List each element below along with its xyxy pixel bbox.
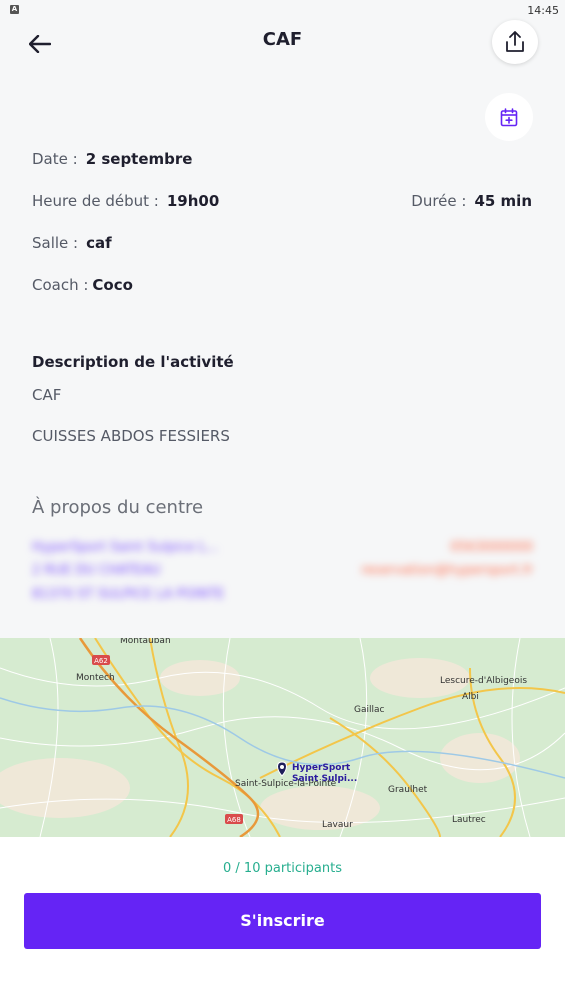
map-label: Montauban	[120, 638, 171, 646]
map-pin-label: Saint Sulpi...	[292, 774, 357, 784]
bottom-panel: 0 / 10 participants S'inscrire	[0, 837, 565, 1006]
share-icon	[506, 31, 524, 52]
date-row: Date : 2 septembre	[32, 150, 192, 168]
page-title: CAF	[262, 29, 303, 50]
notification-icon: A	[10, 5, 19, 14]
room-row: Salle : caf	[32, 234, 112, 252]
status-bar: A 14:45	[0, 0, 565, 20]
status-time: 14:45	[527, 4, 559, 17]
center-address: 2 RUE DU CHATEAU	[32, 563, 161, 578]
start-time-label: Heure de début :	[32, 192, 159, 210]
center-city: 81370 ST SULPICE LA POINTE	[32, 587, 225, 602]
center-name: HyperSport Saint Sulpice L...	[32, 540, 219, 555]
coach-label: Coach :	[32, 276, 89, 294]
header: CAF	[0, 20, 565, 80]
share-button[interactable]	[492, 20, 538, 64]
map-pin-label: HyperSport	[292, 763, 351, 773]
room-label: Salle :	[32, 234, 79, 252]
duration-label: Durée :	[411, 192, 467, 210]
description-title: Description de l'activité	[32, 353, 234, 371]
map[interactable]: A62 A68 Montauban Montech Lescure-d'Albi…	[0, 638, 565, 837]
date-label: Date :	[32, 150, 78, 168]
about-center-title: À propos du centre	[32, 497, 204, 518]
map-label: Graulhet	[388, 785, 428, 795]
map-label: A62	[94, 657, 108, 665]
map-label: Gaillac	[354, 705, 385, 715]
calendar-plus-icon	[500, 107, 518, 126]
register-button[interactable]: S'inscrire	[24, 893, 541, 949]
coach-row: Coach : Coco	[32, 276, 133, 294]
start-time-row: Heure de début : 19h00	[32, 192, 219, 210]
center-email[interactable]: reservation@hypersport.fr	[361, 563, 533, 578]
center-phone[interactable]: 0563000000	[450, 540, 533, 555]
coach-value: Coco	[92, 276, 133, 294]
description-line: CUISSES ABDOS FESSIERS	[32, 427, 230, 445]
map-label: Lautrec	[452, 815, 486, 825]
map-label: Montech	[76, 673, 115, 683]
map-label: Lavaur	[322, 820, 353, 830]
map-canvas: A62 A68 Montauban Montech Lescure-d'Albi…	[0, 638, 565, 837]
add-to-calendar-button[interactable]	[485, 93, 533, 141]
room-value: caf	[86, 234, 112, 252]
duration-value: 45 min	[474, 192, 532, 210]
description-line: CAF	[32, 386, 62, 404]
participants-count: 0 / 10 participants	[223, 861, 342, 876]
start-time-value: 19h00	[166, 192, 220, 210]
date-value: 2 septembre	[85, 150, 193, 168]
map-label: Lescure-d'Albigeois	[440, 676, 527, 686]
duration-row: Durée : 45 min	[411, 192, 532, 210]
map-label: Albi	[462, 692, 479, 702]
map-label: A68	[227, 816, 241, 824]
